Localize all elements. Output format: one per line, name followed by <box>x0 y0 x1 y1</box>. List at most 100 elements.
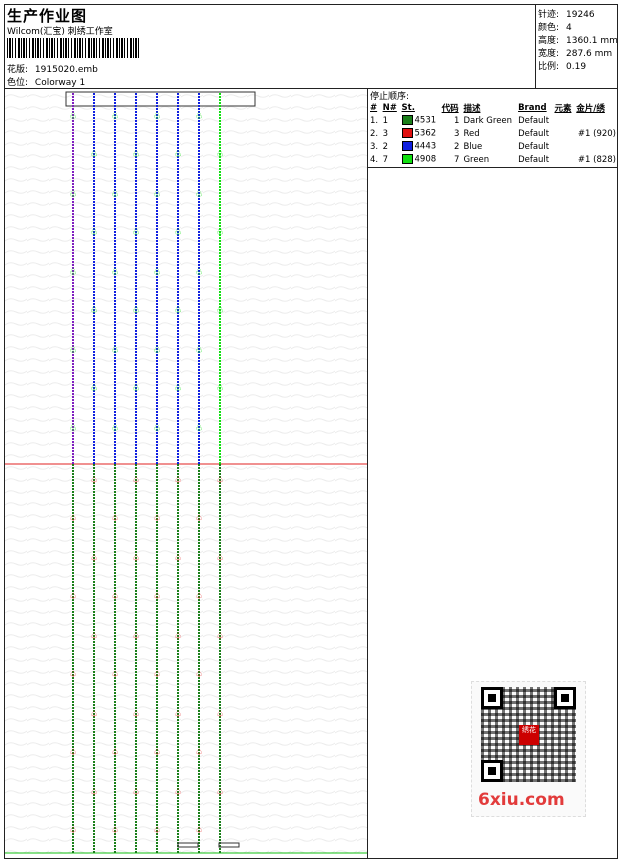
embroidery-preview: ♧ ♧ ♧ ♧ ♧ ♤ ♤ ♤ ♤ ♤ ♧ ♧ ♧ ♧ ♤ ♤ ♤ ♤ ♤ ♧ ♧ ♧ ♧ ♧ ♤ ♤ ♤ ♤ ♤ ♧ ♧ ♧ ♧ ♤ ♤ ♤ ♤ ♤ ♧ ♧… <box>5 89 367 859</box>
col-description: 描述 <box>463 103 481 114</box>
stop-sequin <box>574 114 618 127</box>
stop-stitches: 4443 <box>400 140 440 153</box>
leaf-motif-icon: ♧ <box>195 190 203 200</box>
sequin-motif-icon: ♤ <box>216 476 224 486</box>
sequin-motif-icon: ♤ <box>216 554 224 564</box>
stop-brand: Default <box>518 128 550 139</box>
leaf-motif-icon: ♧ <box>153 268 161 278</box>
stop-code: 3 <box>454 128 460 139</box>
qr-watermark: 绣花 6xiu.com <box>471 681 586 817</box>
leaf-motif-icon: ♧ <box>90 150 98 160</box>
leaf-motif-icon: ♧ <box>132 306 140 316</box>
page-title: 生产作业图 <box>7 7 88 25</box>
leaf-motif-icon: ♧ <box>69 112 77 122</box>
leaf-motif-icon: ♧ <box>153 346 161 356</box>
leaf-motif-icon: ♧ <box>153 424 161 434</box>
sequin-motif-icon: ♤ <box>111 826 119 836</box>
sequin-motif-icon: ♤ <box>174 710 182 720</box>
sequin-motif-icon: ♤ <box>111 592 119 602</box>
stop-brand: Default <box>518 115 550 126</box>
stop-sequence-header: # N# St. 代码 描述 Brand 元素 金片/绣 <box>368 101 618 114</box>
design-file-value: 1915020.emb <box>34 65 98 75</box>
leaf-motif-icon: ♧ <box>111 268 119 278</box>
stat-width: 宽度: 287.6 mm <box>538 49 613 59</box>
leaf-motif-icon: ♧ <box>216 384 224 394</box>
stop-sequence-table: # N# St. 代码 描述 Brand 元素 金片/绣 1. 1 4531 1 Dar… <box>368 101 618 166</box>
color-swatch <box>401 141 413 152</box>
sequin-motif-icon: ♤ <box>174 788 182 798</box>
sequin-motif-icon: ♤ <box>216 632 224 642</box>
sequin-motif-icon: ♤ <box>132 788 140 798</box>
design-file-label: 花版: <box>7 65 29 75</box>
leaf-motif-icon: ♧ <box>174 150 182 160</box>
leaf-motif-icon: ♧ <box>90 228 98 238</box>
sequin-motif-icon: ♤ <box>174 632 182 642</box>
leaf-motif-icon: ♧ <box>111 346 119 356</box>
sequin-motif-icon: ♤ <box>69 514 77 524</box>
leaf-motif-icon: ♧ <box>216 306 224 316</box>
qr-badge: 绣花 <box>519 725 539 745</box>
stop-element <box>552 140 574 153</box>
stop-element <box>552 153 574 166</box>
design-file-row: 花版: 1915020.emb <box>7 62 98 75</box>
stop-needle: 1 <box>382 115 388 126</box>
sequin-motif-icon: ♤ <box>90 632 98 642</box>
leaf-motif-icon: ♧ <box>90 384 98 394</box>
leaf-motif-icon: ♧ <box>195 424 203 434</box>
stop-row: 1. 1 4531 1 Dark Green Default <box>368 114 618 127</box>
leaf-motif-icon: ♧ <box>111 424 119 434</box>
stat-colors: 颜色: 4 <box>538 23 572 33</box>
sequin-motif-icon: ♤ <box>90 710 98 720</box>
sequin-motif-icon: ♤ <box>216 710 224 720</box>
sequin-motif-icon: ♤ <box>153 826 161 836</box>
stop-row: 2. 3 5362 3 Red Default #1 (920) <box>368 127 618 140</box>
stop-needle: 7 <box>382 154 388 165</box>
qr-code-icon: 绣花 <box>481 687 576 782</box>
sequin-motif-icon: ♤ <box>111 514 119 524</box>
sequin-motif-icon: ♤ <box>153 592 161 602</box>
leaf-motif-icon: ♧ <box>132 228 140 238</box>
leaf-motif-icon: ♧ <box>174 228 182 238</box>
sequin-motif-icon: ♤ <box>195 748 203 758</box>
col-needle: N# <box>382 102 397 113</box>
sequin-motif-icon: ♤ <box>195 592 203 602</box>
stop-num: 1. <box>370 115 379 126</box>
sequin-motif-icon: ♤ <box>132 476 140 486</box>
leaf-motif-icon: ♧ <box>69 268 77 278</box>
leaf-motif-icon: ♧ <box>216 150 224 160</box>
sequin-motif-icon: ♤ <box>174 554 182 564</box>
stop-sequin: #1 (920) <box>577 128 616 139</box>
stop-num: 3. <box>370 141 379 152</box>
sequin-motif-icon: ♤ <box>132 554 140 564</box>
barcode <box>7 38 141 58</box>
stop-code: 7 <box>454 154 460 165</box>
color-swatch <box>401 128 413 139</box>
col-element: 元素 <box>554 103 572 114</box>
stop-brand: Default <box>518 154 550 165</box>
leaf-motif-icon: ♧ <box>153 190 161 200</box>
sequin-motif-icon: ♤ <box>90 788 98 798</box>
stop-stitches: 5362 <box>400 127 440 140</box>
design-panel-divider <box>367 88 368 859</box>
col-stitches: St. <box>401 102 415 113</box>
col-code: 代码 <box>441 103 459 114</box>
stop-code: 2 <box>454 141 460 152</box>
colorway-value: Colorway 1 <box>34 78 86 88</box>
leaf-motif-icon: ♧ <box>195 268 203 278</box>
col-brand: Brand <box>518 102 547 113</box>
leaf-motif-icon: ♧ <box>90 306 98 316</box>
stop-stitches: 4531 <box>400 114 440 127</box>
stop-element <box>552 127 574 140</box>
sequin-motif-icon: ♤ <box>90 554 98 564</box>
color-swatch <box>401 115 413 126</box>
sequin-motif-icon: ♤ <box>111 748 119 758</box>
stop-table-bottom-rule <box>367 167 618 168</box>
sequin-motif-icon: ♤ <box>153 748 161 758</box>
sequin-motif-icon: ♤ <box>69 670 77 680</box>
stop-description: Dark Green <box>463 115 513 126</box>
leaf-motif-icon: ♧ <box>69 424 77 434</box>
leaf-motif-icon: ♧ <box>195 346 203 356</box>
sequin-motif-icon: ♤ <box>153 670 161 680</box>
leaf-motif-icon: ♧ <box>153 112 161 122</box>
stop-row: 4. 7 4908 7 Green Default #1 (828) <box>368 153 618 166</box>
